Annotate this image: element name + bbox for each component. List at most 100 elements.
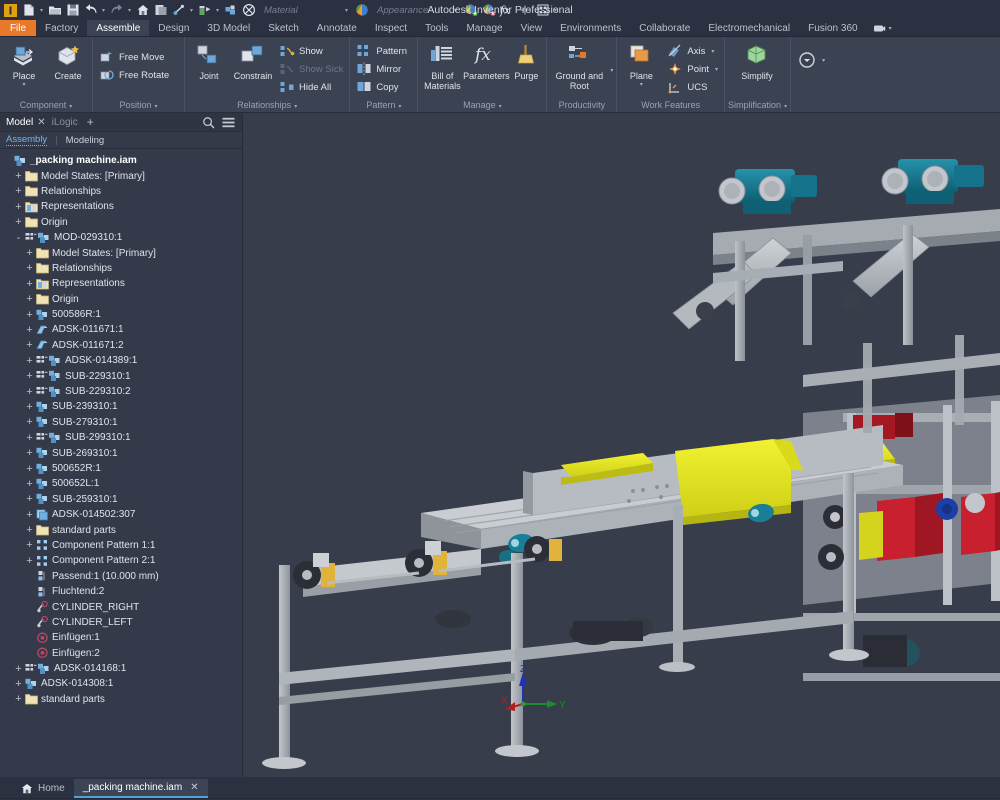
document-tab-home[interactable]: Home	[12, 779, 74, 798]
ground-and-root-caret[interactable]: ▾	[610, 67, 613, 74]
material-selector[interactable]: Material ▾	[261, 3, 352, 18]
tree-node[interactable]: + Relationships	[0, 261, 242, 276]
convert-button[interactable]	[794, 47, 820, 71]
tab-overflow-button[interactable]: ▾	[867, 20, 898, 36]
undo-caret[interactable]: ▾	[100, 2, 107, 19]
select-caret[interactable]: ▾	[214, 2, 221, 19]
tree-expander[interactable]: +	[24, 248, 35, 259]
browser-add-tab-icon[interactable]: +	[87, 115, 94, 129]
search-icon[interactable]	[202, 116, 215, 129]
tab-inspect[interactable]: Inspect	[366, 20, 416, 36]
qat-overflow-caret[interactable]: ▾	[552, 2, 559, 19]
grid-icon[interactable]	[534, 2, 551, 19]
parameters-button[interactable]: fx Parameters	[463, 41, 510, 81]
ribbon-panel-component-title[interactable]: Component ▾	[3, 99, 89, 112]
tab-factory[interactable]: Factory	[36, 20, 87, 36]
tab-annotate[interactable]: Annotate	[308, 20, 366, 36]
tab-electromechanical[interactable]: Electromechanical	[699, 20, 799, 36]
copy-button[interactable]: Copy	[353, 79, 410, 95]
tree-node[interactable]: + SUB-229310:2	[0, 384, 242, 399]
work-plane-caret[interactable]: ▾	[640, 81, 643, 88]
mirror-button[interactable]: Mirror	[353, 61, 410, 77]
free-move-button[interactable]: Free Move	[96, 49, 172, 65]
appearance-sphere-icon[interactable]	[353, 2, 370, 19]
hide-all-button[interactable]: Hide All	[276, 79, 346, 95]
tab-3d-model[interactable]: 3D Model	[198, 20, 259, 36]
simplify-button[interactable]: Simplify	[728, 41, 786, 81]
work-axis-button[interactable]: Axis ▾	[664, 43, 721, 59]
tree-expander[interactable]: +	[24, 417, 35, 428]
tab-sketch[interactable]: Sketch	[259, 20, 308, 36]
tree-node[interactable]: + Model States: [Primary]	[0, 245, 242, 260]
tree-expander[interactable]: +	[24, 340, 35, 351]
browser-tab-ilogic[interactable]: iLogic	[49, 117, 81, 128]
tree-expander[interactable]: +	[24, 463, 35, 474]
tree-expander[interactable]: +	[24, 401, 35, 412]
tree-node[interactable]: +500586R:1	[0, 307, 242, 322]
tree-node[interactable]: + SUB-259310:1	[0, 492, 242, 507]
show-sick-button[interactable]: Show Sick	[276, 61, 346, 77]
fx-icon[interactable]: fx	[498, 2, 515, 19]
show-relationships-button[interactable]: Show	[276, 43, 346, 59]
place-component-caret[interactable]: ▾	[22, 81, 25, 88]
tab-collaborate[interactable]: Collaborate	[630, 20, 699, 36]
tree-node[interactable]: + Model States: [Primary]	[0, 168, 242, 183]
purge-button[interactable]: Purge	[509, 41, 543, 81]
browser-subtab-assembly[interactable]: Assembly	[6, 134, 48, 146]
appearance-selector[interactable]: Appearance ▾	[374, 3, 461, 18]
tree-expander[interactable]: +	[24, 494, 35, 505]
tree-expander[interactable]: +	[24, 525, 35, 536]
model-tree[interactable]: _packing machine.iam + Model States: [Prim…	[0, 149, 242, 777]
tree-node[interactable]: + ADSK-014168:1	[0, 661, 242, 676]
new-document-caret[interactable]: ▾	[38, 2, 45, 19]
appearance-caret[interactable]: ▾	[450, 7, 461, 14]
tab-manage[interactable]: Manage	[457, 20, 511, 36]
tree-expander[interactable]: +	[13, 217, 24, 228]
tree-expander[interactable]: +	[13, 694, 24, 705]
tree-node[interactable]: + standard parts	[0, 692, 242, 707]
tree-expander[interactable]: +	[13, 186, 24, 197]
tree-expander[interactable]: +	[24, 371, 35, 382]
create-component-button[interactable]: Create	[47, 41, 89, 81]
ucs-button[interactable]: UCS	[664, 79, 721, 95]
constrain-button[interactable]: Constrain	[232, 41, 274, 81]
tree-node[interactable]: + SUB-269310:1	[0, 445, 242, 460]
tab-tools[interactable]: Tools	[416, 20, 457, 36]
joint-button[interactable]: Joint	[188, 41, 230, 81]
tab-design[interactable]: Design	[149, 20, 198, 36]
tree-node[interactable]: + Origin	[0, 292, 242, 307]
tree-node[interactable]: Passend:1 (10.000 mm)	[0, 569, 242, 584]
tab-fusion-360[interactable]: Fusion 360	[799, 20, 866, 36]
tree-expander[interactable]: +	[13, 663, 24, 674]
convert-caret[interactable]: ▾	[822, 57, 825, 64]
tree-expander[interactable]: +	[24, 478, 35, 489]
tree-expander[interactable]: +	[24, 386, 35, 397]
work-point-button[interactable]: Point ▾	[664, 61, 721, 77]
tree-node[interactable]: - MOD-029310:1	[0, 230, 242, 245]
browser-tab-model-close-icon[interactable]: ✕	[37, 117, 45, 128]
select-icon[interactable]	[196, 2, 213, 19]
tree-node[interactable]: + ADSK-014502:307	[0, 507, 242, 522]
tree-expander[interactable]: +	[24, 324, 35, 335]
tree-expander[interactable]: -	[13, 232, 24, 243]
tree-expander[interactable]: +	[24, 263, 35, 274]
tree-node[interactable]: + SUB-279310:1	[0, 415, 242, 430]
tree-expander[interactable]: +	[13, 678, 24, 689]
tree-node[interactable]: Einfügen:1	[0, 630, 242, 645]
tree-expander[interactable]: +	[24, 432, 35, 443]
tree-node[interactable]: CYLINDER_RIGHT	[0, 599, 242, 614]
tree-node[interactable]: + ADSK-011671:1	[0, 322, 242, 337]
pattern-button[interactable]: Pattern	[353, 43, 410, 59]
tree-node[interactable]: + SUB-239310:1	[0, 399, 242, 414]
inventor-logo[interactable]	[2, 2, 19, 19]
home-icon[interactable]	[134, 2, 151, 19]
tree-expander[interactable]: +	[24, 309, 35, 320]
tree-node[interactable]: + Origin	[0, 215, 242, 230]
tree-expander[interactable]: +	[24, 540, 35, 551]
tree-node[interactable]: + Representations	[0, 199, 242, 214]
bill-of-materials-button[interactable]: Bill of Materials	[421, 41, 463, 91]
tab-view[interactable]: View	[512, 20, 552, 36]
graphics-viewport[interactable]: Y X Z	[243, 113, 1000, 777]
hamburger-menu-icon[interactable]	[222, 117, 235, 128]
tab-assemble[interactable]: Assemble	[87, 20, 150, 36]
